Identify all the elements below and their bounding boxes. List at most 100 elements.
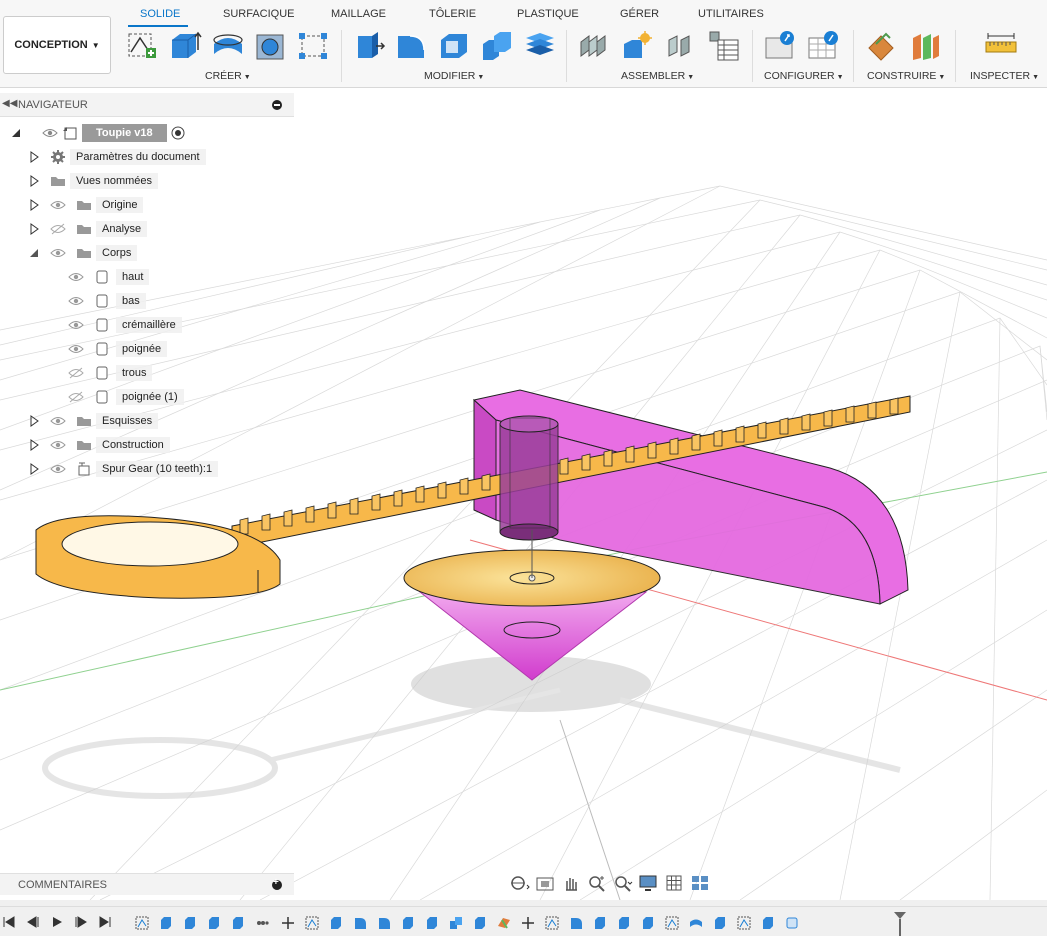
gear-cylinder-body[interactable] (499, 415, 559, 541)
model-canvas[interactable] (0, 88, 1047, 900)
expanded-triangle-icon[interactable] (28, 246, 40, 260)
extrude-feature-icon[interactable] (473, 916, 487, 930)
extrude-feature-icon[interactable] (641, 916, 655, 930)
eye-hidden-icon[interactable] (68, 367, 84, 379)
measure-icon[interactable] (984, 30, 1018, 62)
group-construire[interactable]: CONSTRUIRE ▼ (867, 70, 945, 82)
minimize-icon[interactable] (272, 100, 282, 110)
pattern-feature-icon[interactable] (255, 916, 269, 930)
extrude-feature-icon[interactable] (183, 916, 197, 930)
eye-icon[interactable] (50, 463, 66, 475)
tree-item-analyse[interactable]: Analyse (28, 219, 148, 239)
sketch-feature-icon[interactable] (305, 916, 319, 930)
extrude-feature-icon[interactable] (761, 916, 775, 930)
tree-body-trous[interactable]: trous (68, 363, 153, 383)
play-icon[interactable] (50, 915, 64, 929)
move-feature-icon[interactable] (521, 916, 535, 930)
fillet-icon[interactable] (394, 30, 428, 62)
replace-face-icon[interactable] (523, 30, 557, 62)
go-to-start-icon[interactable] (2, 915, 16, 929)
fillet-feature-icon[interactable] (353, 916, 367, 930)
press-pull-icon[interactable] (352, 30, 386, 62)
tree-item-parametres[interactable]: Paramètres du document (28, 147, 206, 167)
tree-body-haut[interactable]: haut (68, 267, 150, 287)
eye-icon[interactable] (50, 415, 66, 427)
eye-icon[interactable] (68, 343, 84, 355)
collapsed-triangle-icon[interactable] (28, 198, 40, 212)
extrude-feature-icon[interactable] (231, 916, 245, 930)
collapsed-triangle-icon[interactable] (28, 150, 40, 164)
look-at-icon[interactable] (534, 873, 556, 893)
viewports-icon[interactable] (690, 873, 712, 893)
extrude-feature-icon[interactable] (425, 916, 439, 930)
3d-viewport[interactable] (0, 88, 1047, 900)
zoom-icon[interactable] (586, 873, 608, 893)
extrude-feature-icon[interactable] (207, 916, 221, 930)
fit-zoom-icon[interactable] (612, 873, 634, 893)
body-feature-icon[interactable] (785, 916, 799, 930)
radio-icon[interactable] (171, 126, 185, 140)
eye-icon[interactable] (68, 295, 84, 307)
move-feature-icon[interactable] (281, 916, 295, 930)
collapsed-triangle-icon[interactable] (28, 222, 40, 236)
extrude-feature-icon[interactable] (593, 916, 607, 930)
group-assembler[interactable]: ASSEMBLER ▼ (621, 70, 694, 82)
collapsed-triangle-icon[interactable] (28, 462, 40, 476)
tab-plastique[interactable]: PLASTIQUE (517, 8, 579, 20)
sketch-feature-icon[interactable] (135, 916, 149, 930)
tab-tolerie[interactable]: TÔLERIE (429, 8, 476, 20)
fillet-feature-icon[interactable] (569, 916, 583, 930)
collapsed-triangle-icon[interactable] (28, 414, 40, 428)
sketch-feature-icon[interactable] (737, 916, 751, 930)
step-forward-icon[interactable] (74, 915, 88, 929)
tree-body-poignee-1[interactable]: poignée (1) (68, 387, 184, 407)
pan-hand-icon[interactable] (560, 873, 582, 893)
group-inspecter[interactable]: INSPECTER ▼ (970, 70, 1039, 82)
tree-item-vues[interactable]: Vues nommées (28, 171, 159, 191)
extrude-feature-icon[interactable] (713, 916, 727, 930)
combine-feature-icon[interactable] (449, 916, 463, 930)
extrude-feature-icon[interactable] (401, 916, 415, 930)
bill-of-materials-icon[interactable] (706, 30, 740, 62)
group-creer[interactable]: CRÉER ▼ (205, 70, 251, 82)
timeline-marker-icon[interactable] (893, 911, 907, 936)
tree-item-spur-gear[interactable]: Spur Gear (10 teeth):1 (28, 459, 219, 479)
revolve-icon[interactable] (211, 30, 245, 62)
sketch-feature-icon[interactable] (665, 916, 679, 930)
eye-icon[interactable] (50, 247, 66, 259)
joint-icon[interactable] (620, 30, 654, 62)
eye-hidden-icon[interactable] (50, 223, 66, 235)
as-built-joint-icon[interactable] (663, 30, 697, 62)
tree-item-corps[interactable]: Corps (28, 243, 138, 263)
tab-gerer[interactable]: GÉRER (620, 8, 659, 20)
tab-surfacique[interactable]: SURFACIQUE (223, 8, 295, 20)
orbit-icon[interactable] (508, 873, 530, 893)
collapsed-triangle-icon[interactable] (28, 438, 40, 452)
tree-item-esquisses[interactable]: Esquisses (28, 411, 159, 431)
add-comment-icon[interactable] (272, 877, 282, 890)
tree-root[interactable]: Toupie v18 (10, 123, 185, 143)
grid-settings-icon[interactable] (664, 873, 686, 893)
eye-hidden-icon[interactable] (68, 391, 84, 403)
pattern-icon[interactable] (296, 30, 330, 62)
tree-item-origine[interactable]: Origine (28, 195, 144, 215)
group-configurer[interactable]: CONFIGURER ▼ (764, 70, 844, 82)
create-sketch-icon[interactable] (126, 30, 160, 62)
tree-body-cremaillere[interactable]: crémaillère (68, 315, 182, 335)
group-modifier[interactable]: MODIFIER ▼ (424, 70, 484, 82)
hole-icon[interactable] (253, 30, 287, 62)
eye-icon[interactable] (42, 127, 58, 139)
tab-solide[interactable]: SOLIDE (140, 8, 180, 20)
collapsed-triangle-icon[interactable] (28, 174, 40, 188)
extrude-feature-icon[interactable] (329, 916, 343, 930)
eye-icon[interactable] (68, 319, 84, 331)
tree-item-construction[interactable]: Construction (28, 435, 170, 455)
workspace-selector[interactable]: CONCEPTION ▼ (3, 16, 111, 74)
step-back-icon[interactable] (26, 915, 40, 929)
tree-body-bas[interactable]: bas (68, 291, 146, 311)
fillet-feature-icon[interactable] (377, 916, 391, 930)
new-component-icon[interactable] (577, 30, 611, 62)
configure-icon[interactable] (763, 30, 797, 62)
offset-plane-icon[interactable] (866, 30, 900, 62)
eye-icon[interactable] (50, 199, 66, 211)
